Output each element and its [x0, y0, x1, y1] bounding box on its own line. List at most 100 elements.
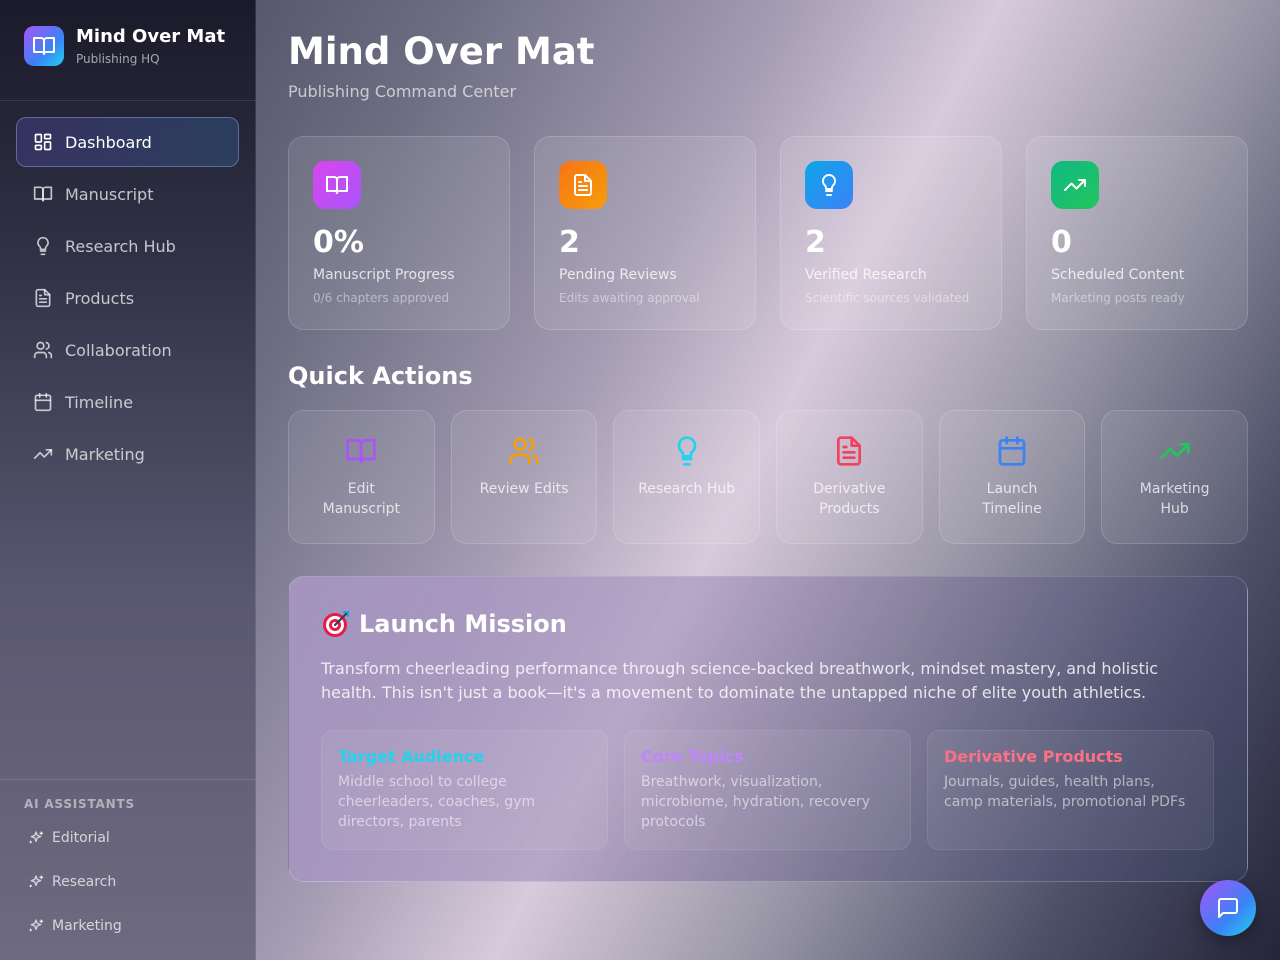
- sidebar: Mind Over Mat Publishing HQ Dashboard Ma…: [0, 0, 256, 960]
- stat-description: Marketing posts ready: [1051, 291, 1185, 305]
- sidebar-item-label: Products: [65, 288, 135, 308]
- sidebar-item-collaboration[interactable]: Collaboration: [16, 325, 239, 375]
- quick-action-label: Research Hub: [638, 481, 736, 497]
- quick-action-derivative-products[interactable]: Derivative Products: [776, 410, 923, 544]
- trending-up-icon: [1160, 443, 1190, 459]
- ai-assistants-list: Editorial Research Marketing: [28, 822, 122, 954]
- stat-card-scheduled-content[interactable]: 0 Scheduled Content Marketing posts read…: [1026, 136, 1248, 330]
- mission-card-title: Core Topics: [641, 747, 744, 766]
- trending-up-icon: [33, 449, 53, 459]
- quick-action-label: Edit Manuscript: [322, 481, 401, 517]
- sparkles-icon: [29, 831, 44, 844]
- stat-value: 2: [559, 225, 580, 260]
- chat-button[interactable]: [1200, 880, 1256, 936]
- mission-card-text: Journals, guides, health plans, camp mat…: [944, 774, 1186, 810]
- ai-assistant-editorial[interactable]: Editorial: [28, 822, 122, 854]
- sidebar-item-label: Dashboard: [65, 132, 152, 152]
- sidebar-item-products[interactable]: Products: [16, 273, 239, 323]
- stat-card-manuscript-progress[interactable]: 0% Manuscript Progress 0/6 chapters appr…: [288, 136, 510, 330]
- book-icon: [33, 186, 53, 202]
- sparkles-icon: [29, 919, 44, 932]
- stat-label: Manuscript Progress: [313, 267, 455, 283]
- quick-action-marketing-hub[interactable]: Marketing Hub: [1101, 410, 1249, 544]
- document-icon: [574, 174, 592, 196]
- dashboard-icon: [34, 133, 52, 151]
- mission-description: Transform cheerleading performance throu…: [321, 659, 1159, 702]
- document-icon: [35, 288, 51, 308]
- ai-assistants-heading: AI ASSISTANTS: [24, 797, 135, 811]
- mission-card-core-topics: Core Topics Breathwork, visualization, m…: [624, 730, 911, 850]
- stat-label: Scheduled Content: [1051, 267, 1185, 283]
- quick-action-label: Marketing Hub: [1139, 481, 1210, 517]
- stat-icon-badge: [805, 161, 853, 209]
- sidebar-item-label: Timeline: [65, 392, 134, 412]
- mission-card-derivative-products: Derivative Products Journals, guides, he…: [927, 730, 1214, 850]
- document-icon: [837, 436, 862, 466]
- sidebar-item-label: Collaboration: [65, 340, 172, 360]
- stat-description: Edits awaiting approval: [559, 291, 700, 305]
- sparkles-icon: [29, 875, 44, 888]
- divider: [0, 779, 256, 780]
- users-icon: [33, 341, 53, 359]
- mission-card-text: Middle school to college cheerleaders, c…: [338, 774, 536, 830]
- mission-card-title: Target Audience: [338, 747, 485, 766]
- trending-up-icon: [1064, 179, 1086, 191]
- ai-assistant-label: Research: [52, 874, 117, 890]
- users-icon: [509, 437, 539, 465]
- page-subtitle: Publishing Command Center: [288, 82, 517, 101]
- stat-value: 2: [805, 225, 826, 260]
- book-icon: [326, 176, 348, 194]
- sidebar-item-manuscript[interactable]: Manuscript: [16, 169, 239, 219]
- sidebar-item-research-hub[interactable]: Research Hub: [16, 221, 239, 271]
- stat-icon-badge: [1051, 161, 1099, 209]
- quick-action-label: Derivative Products: [813, 481, 886, 517]
- calendar-icon: [998, 436, 1026, 466]
- page-title: Mind Over Mat: [288, 30, 595, 73]
- stat-card-verified-research[interactable]: 2 Verified Research Scientific sources v…: [780, 136, 1002, 330]
- lightbulb-icon: [677, 436, 697, 466]
- mission-card-text: Breathwork, visualization, microbiome, h…: [641, 774, 871, 830]
- stat-label: Pending Reviews: [559, 267, 677, 283]
- sidebar-item-dashboard[interactable]: Dashboard: [16, 117, 239, 167]
- book-icon: [33, 37, 55, 55]
- brand-title: Mind Over Mat: [76, 26, 226, 47]
- mission-card-target-audience: Target Audience Middle school to college…: [321, 730, 608, 850]
- sidebar-item-label: Research Hub: [65, 236, 176, 256]
- stat-value: 0: [1051, 225, 1072, 260]
- quick-action-label: Launch Timeline: [982, 481, 1042, 517]
- stats-row: 0% Manuscript Progress 0/6 chapters appr…: [288, 136, 1248, 330]
- book-icon: [346, 439, 376, 463]
- stat-description: Scientific sources validated: [805, 291, 970, 305]
- target-icon: [323, 611, 349, 637]
- calendar-icon: [34, 392, 52, 412]
- ai-assistant-label: Editorial: [52, 830, 110, 846]
- brand-logo: [24, 26, 64, 66]
- stat-description: 0/6 chapters approved: [313, 291, 450, 305]
- quick-action-edit-manuscript[interactable]: Edit Manuscript: [288, 410, 435, 544]
- stat-card-pending-reviews[interactable]: 2 Pending Reviews Edits awaiting approva…: [534, 136, 756, 330]
- quick-action-review-edits[interactable]: Review Edits: [450, 410, 598, 544]
- launch-mission-panel: Launch Mission Transform cheerleading pe…: [288, 576, 1248, 882]
- mission-card-title: Derivative Products: [944, 747, 1123, 766]
- lightbulb-icon: [821, 173, 837, 196]
- sidebar-item-label: Marketing: [65, 444, 145, 464]
- quick-actions-row: Edit Manuscript Review Edits Research Hu…: [288, 410, 1249, 544]
- stat-icon-badge: [559, 161, 607, 209]
- ai-assistant-label: Marketing: [52, 918, 122, 934]
- ai-assistant-marketing[interactable]: Marketing: [28, 910, 122, 942]
- lightbulb-icon: [37, 236, 49, 256]
- brand-subtitle: Publishing HQ: [76, 52, 160, 66]
- ai-assistant-research[interactable]: Research: [28, 866, 122, 898]
- stat-label: Verified Research: [805, 267, 927, 283]
- chat-icon: [1218, 898, 1238, 918]
- quick-action-launch-timeline[interactable]: Launch Timeline: [938, 410, 1086, 544]
- sidebar-item-marketing[interactable]: Marketing: [16, 429, 239, 479]
- sidebar-nav: Dashboard Manuscript Research Hub Produc…: [16, 117, 239, 481]
- sidebar-item-timeline[interactable]: Timeline: [16, 377, 239, 427]
- quick-actions-heading: Quick Actions: [288, 362, 473, 390]
- divider: [0, 100, 256, 101]
- quick-action-research-hub[interactable]: Research Hub: [613, 410, 761, 544]
- stat-icon-badge: [313, 161, 361, 209]
- mission-title: Launch Mission: [359, 610, 567, 638]
- brand[interactable]: Mind Over Mat Publishing HQ: [24, 26, 225, 66]
